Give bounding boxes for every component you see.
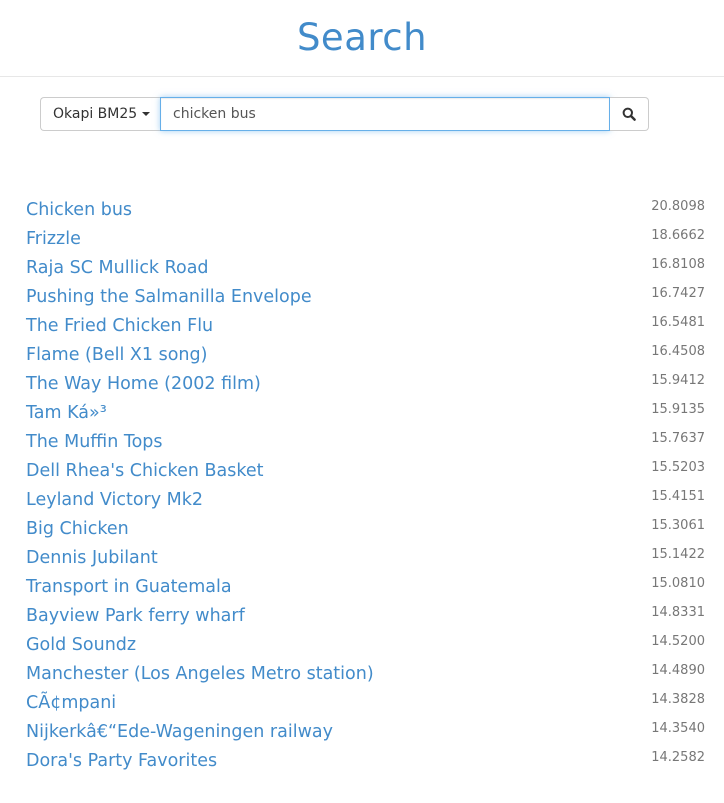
ranker-dropdown-button[interactable]: Okapi BM25 — [40, 97, 160, 131]
page-header: Search — [0, 0, 724, 77]
result-row: CÃ¢mpani 14.3828 — [26, 689, 706, 718]
result-row: Gold Soundz 14.5200 — [26, 631, 706, 660]
result-score: 16.4508 — [651, 344, 705, 359]
result-title-link[interactable]: Bayview Park ferry wharf — [26, 605, 245, 627]
result-row: Bayview Park ferry wharf 14.8331 — [26, 602, 706, 631]
result-title-link[interactable]: Nijkerkâ€“Ede-Wageningen railway — [26, 721, 333, 743]
result-title-link[interactable]: Flame (Bell X1 song) — [26, 344, 207, 366]
result-title-link[interactable]: Dora's Party Favorites — [26, 750, 217, 772]
result-score: 14.3828 — [651, 692, 705, 707]
result-row: Leyland Victory Mk2 15.4151 — [26, 486, 706, 515]
search-icon — [622, 107, 636, 121]
result-score: 15.5203 — [651, 460, 705, 475]
result-title-link[interactable]: Chicken bus — [26, 199, 132, 221]
result-score: 14.5200 — [651, 634, 705, 649]
result-row: Flame (Bell X1 song) 16.4508 — [26, 341, 706, 370]
result-title-link[interactable]: Raja SC Mullick Road — [26, 257, 209, 279]
result-row: Big Chicken 15.3061 — [26, 515, 706, 544]
result-title-link[interactable]: The Muffin Tops — [26, 431, 163, 453]
result-row: Raja SC Mullick Road 16.8108 — [26, 254, 706, 283]
result-title-link[interactable]: Dennis Jubilant — [26, 547, 158, 569]
result-score: 15.1422 — [651, 547, 705, 562]
result-row: Nijkerkâ€“Ede-Wageningen railway 14.3540 — [26, 718, 706, 747]
result-title-link[interactable]: The Fried Chicken Flu — [26, 315, 213, 337]
result-row: Frizzle 18.6662 — [26, 225, 706, 254]
result-row: Dell Rhea's Chicken Basket 15.5203 — [26, 457, 706, 486]
search-button[interactable] — [610, 97, 649, 131]
result-score: 15.9135 — [651, 402, 705, 417]
result-score: 18.6662 — [651, 228, 705, 243]
result-title-link[interactable]: Tam Ká»³ — [26, 402, 107, 424]
result-score: 14.8331 — [651, 605, 705, 620]
result-title-link[interactable]: Dell Rhea's Chicken Basket — [26, 460, 263, 482]
result-row: The Muffin Tops 15.7637 — [26, 428, 706, 457]
ranker-label: Okapi BM25 — [53, 106, 138, 122]
result-row: The Way Home (2002 film) 15.9412 — [26, 370, 706, 399]
result-title-link[interactable]: Big Chicken — [26, 518, 129, 540]
result-title-link[interactable]: Pushing the Salmanilla Envelope — [26, 286, 312, 308]
result-score: 15.7637 — [651, 431, 705, 446]
result-title-link[interactable]: Transport in Guatemala — [26, 576, 232, 598]
result-score: 15.0810 — [651, 576, 705, 591]
result-title-link[interactable]: Gold Soundz — [26, 634, 136, 656]
result-score: 16.7427 — [651, 286, 705, 301]
page-title: Search — [296, 16, 428, 59]
result-title-link[interactable]: The Way Home (2002 film) — [26, 373, 261, 395]
result-score: 14.3540 — [651, 721, 705, 736]
caret-down-icon — [142, 112, 151, 116]
result-title-link[interactable]: Manchester (Los Angeles Metro station) — [26, 663, 374, 685]
result-score: 14.4890 — [651, 663, 705, 678]
result-row: The Fried Chicken Flu 16.5481 — [26, 312, 706, 341]
result-row: Chicken bus 20.8098 — [26, 196, 706, 225]
result-score: 20.8098 — [651, 199, 705, 214]
result-score: 15.9412 — [651, 373, 705, 388]
result-title-link[interactable]: CÃ¢mpani — [26, 692, 116, 714]
result-score: 15.4151 — [651, 489, 705, 504]
result-row: Pushing the Salmanilla Envelope 16.7427 — [26, 283, 706, 312]
result-title-link[interactable]: Frizzle — [26, 228, 81, 250]
result-row: Manchester (Los Angeles Metro station) 14… — [26, 660, 706, 689]
result-row: Dennis Jubilant 15.1422 — [26, 544, 706, 573]
result-score: 16.8108 — [651, 257, 705, 272]
results-list: Chicken bus 20.8098 Frizzle 18.6662 Raja SC … — [26, 196, 706, 776]
search-bar: Okapi BM25 — [40, 97, 649, 131]
result-score: 16.5481 — [651, 315, 705, 330]
result-score: 14.2582 — [651, 750, 705, 765]
result-row: Transport in Guatemala 15.0810 — [26, 573, 706, 602]
search-input[interactable] — [160, 97, 610, 131]
result-row: Tam Ká»³ 15.9135 — [26, 399, 706, 428]
result-row: Dora's Party Favorites 14.2582 — [26, 747, 706, 776]
result-title-link[interactable]: Leyland Victory Mk2 — [26, 489, 203, 511]
result-score: 15.3061 — [651, 518, 705, 533]
